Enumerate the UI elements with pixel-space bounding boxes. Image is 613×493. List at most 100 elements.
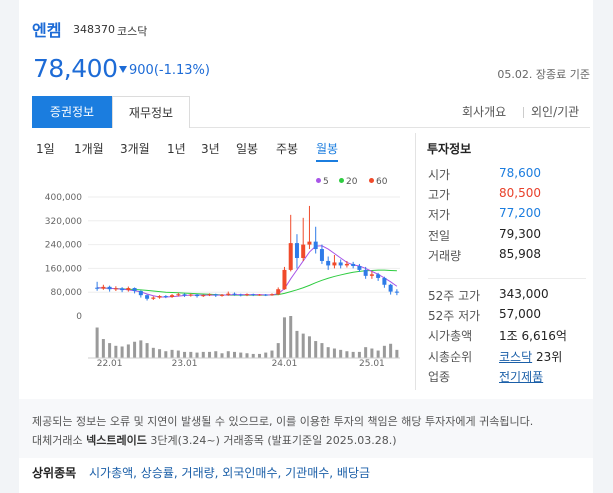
candle-body xyxy=(269,294,274,296)
volume-bar xyxy=(364,347,368,358)
top-stocks-links[interactable]: 시가총액, 상승률, 거래량, 외국인매수, 기관매수, 배당금 xyxy=(89,464,370,481)
candle-body xyxy=(213,294,218,296)
volume-bar xyxy=(170,349,174,358)
ma5-line xyxy=(97,245,398,298)
volume-bar xyxy=(270,350,274,358)
nextrade-name: 넥스트레이드 xyxy=(86,434,147,447)
volume-bar xyxy=(239,352,243,358)
info-tabs: 증권정보 재무정보 회사개요 외인/기관 xyxy=(32,96,590,128)
tab-company-overview[interactable]: 회사개요 xyxy=(462,96,506,128)
candle-body xyxy=(101,286,106,289)
candle-body xyxy=(257,294,262,296)
candle-body xyxy=(319,249,324,261)
high-value: 80,500 xyxy=(499,186,541,200)
volume-bar xyxy=(282,317,286,358)
candle-body xyxy=(294,243,299,258)
candle-body xyxy=(245,294,249,296)
volume-bar xyxy=(332,348,336,358)
high-label: 고가 xyxy=(428,188,451,202)
disclaimer-text: 제공되는 정보는 오류 및 지연이 발생될 수 있으므로, 이를 이용한 투자의… xyxy=(32,415,534,428)
y-tick-label: 400,000 xyxy=(45,193,82,203)
volume-bar xyxy=(276,343,280,358)
volume-bar xyxy=(164,351,168,358)
volume-bar xyxy=(214,351,218,358)
volume-bar xyxy=(183,351,187,358)
candle-body xyxy=(170,295,175,297)
volume-bar xyxy=(101,339,105,358)
candle-body xyxy=(201,295,206,297)
period-3y[interactable]: 3년 xyxy=(201,140,220,157)
week52-low-value: 57,000 xyxy=(499,307,541,321)
candle-body xyxy=(351,263,356,267)
period-daily[interactable]: 일봉 xyxy=(236,140,258,157)
sector-link[interactable]: 전기제품 xyxy=(499,368,543,385)
y-tick-label: 80,000 xyxy=(51,288,83,298)
tab-financial[interactable]: 재무정보 xyxy=(112,96,190,128)
y-tick-label: 320,000 xyxy=(45,217,82,227)
candle-body xyxy=(394,291,399,293)
candle-body xyxy=(113,288,118,290)
panel-divider xyxy=(415,133,416,390)
volume-bar xyxy=(114,345,118,358)
stock-card: 엔켐 348370 코스닥 78,400 900(-1.13%) 05.02. … xyxy=(19,0,593,493)
cap-rank-market-link[interactable]: 코스닥 xyxy=(499,350,532,364)
volume-bar xyxy=(120,346,124,358)
legend-dot-icon xyxy=(316,178,321,183)
volume-bar xyxy=(257,353,261,358)
period-1y[interactable]: 1년 xyxy=(167,140,186,157)
candle-body xyxy=(263,294,268,296)
volume-bar xyxy=(95,327,99,358)
period-1m[interactable]: 1개월 xyxy=(74,140,104,157)
volume-bar xyxy=(307,336,311,358)
asof-timestamp: 05.02. 장종료 기준 xyxy=(497,68,590,81)
week52-high-value: 343,000 xyxy=(499,287,549,301)
current-price: 78,400 xyxy=(33,54,118,83)
period-1d[interactable]: 1일 xyxy=(36,140,55,157)
x-tick-label: 24.01 xyxy=(272,359,298,368)
volume-bar xyxy=(145,343,149,358)
candle-body xyxy=(182,294,187,296)
candle-body xyxy=(276,289,281,295)
candle-body xyxy=(151,297,156,299)
candle-body xyxy=(388,284,393,292)
y-tick-label: 0 xyxy=(76,312,82,322)
cap-rank-label: 시총순위 xyxy=(428,350,473,364)
volume-bar xyxy=(226,351,230,358)
candle-body xyxy=(282,269,287,290)
volume-bar xyxy=(151,347,155,358)
volume-bar xyxy=(251,353,255,358)
price-change: 900(-1.13%) xyxy=(129,63,210,78)
stock-name[interactable]: 엔켐 xyxy=(32,17,61,41)
tab-divider xyxy=(523,107,524,118)
volume-bar xyxy=(139,340,143,358)
open-value: 78,600 xyxy=(499,166,541,180)
candle-body xyxy=(338,262,343,266)
candle-body xyxy=(107,286,112,290)
volume-bar xyxy=(289,316,293,358)
market-cap-value: 1조 6,616억 xyxy=(499,329,567,343)
price-chart[interactable]: 400,000 320,000 240,000 160,000 80,000 0 22.01… xyxy=(32,186,402,368)
candle-body xyxy=(301,244,306,258)
candle-body xyxy=(357,266,362,270)
nextrade-notice: 대체거래소 넥스트레이드 3단계(3.24~) 거래종목 (발표기준일 2025… xyxy=(32,434,397,447)
candle-body xyxy=(382,277,387,285)
open-label: 시가 xyxy=(428,168,451,182)
stock-market: 코스닥 xyxy=(117,25,148,38)
tab-securities[interactable]: 증권정보 xyxy=(32,96,112,128)
stock-code: 348370 xyxy=(73,23,115,36)
period-3m[interactable]: 3개월 xyxy=(120,140,150,157)
candle-body xyxy=(207,294,212,296)
volume-bar xyxy=(264,352,268,358)
candle-body xyxy=(363,269,368,276)
candle-body xyxy=(251,294,256,296)
period-weekly[interactable]: 주봉 xyxy=(276,140,298,157)
volume-bar xyxy=(245,353,249,358)
week52-high-label: 52주 고가 xyxy=(428,289,481,303)
candle-body xyxy=(195,294,200,297)
tab-foreign-institution[interactable]: 외인/기관 xyxy=(531,96,579,128)
period-monthly[interactable]: 월봉 xyxy=(316,140,339,162)
x-tick-label: 22.01 xyxy=(97,359,123,368)
candle-body xyxy=(120,288,125,291)
volume-bar xyxy=(176,350,180,358)
volume-bar xyxy=(233,351,237,358)
